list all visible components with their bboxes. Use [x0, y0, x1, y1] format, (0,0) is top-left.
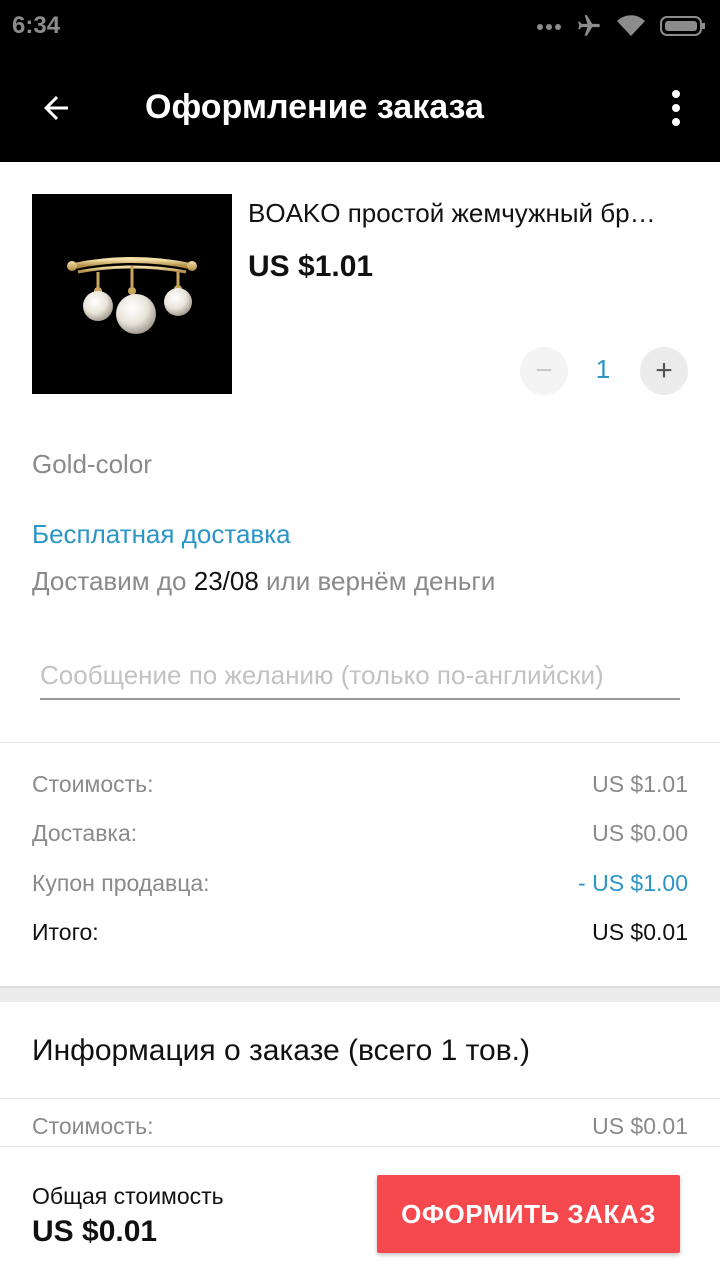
battery-icon: [660, 16, 705, 36]
total-label: Общая стоимость: [32, 1183, 224, 1209]
back-arrow-icon: [44, 96, 68, 120]
seller-message-input[interactable]: [40, 652, 680, 700]
shipping-method-link[interactable]: Бесплатная доставка: [32, 519, 291, 550]
more-options-button[interactable]: [658, 82, 694, 134]
summary-shipping-label: Доставка:: [32, 820, 138, 846]
summary-cost-label: Стоимость:: [32, 771, 154, 797]
quantity-increase-button[interactable]: +: [640, 347, 688, 395]
delivery-date: 23/08: [193, 566, 259, 596]
status-time: 6:34: [12, 12, 61, 39]
product-variant: Gold-color: [32, 449, 152, 479]
product-price: US $1.01: [248, 250, 374, 283]
order-info-cost-value: US $0.01: [592, 1113, 688, 1139]
order-info-cost-label: Стоимость:: [32, 1113, 154, 1139]
divider: [0, 1098, 720, 1099]
total-amount: US $0.01: [32, 1215, 158, 1248]
back-button[interactable]: [30, 82, 82, 134]
quantity-decrease-button[interactable]: −: [520, 347, 568, 395]
wifi-icon: [617, 15, 645, 37]
airplane-icon: [578, 15, 600, 36]
checkout-bar: Общая стоимость US $0.01 ОФОРМИТЬ ЗАКАЗ: [0, 1146, 720, 1280]
divider: [0, 742, 720, 743]
delivery-prefix: Доставим до: [32, 566, 194, 596]
order-info-title: Информация о заказе (всего 1 тов.): [32, 1034, 530, 1067]
status-icons: [536, 12, 706, 40]
summary-coupon-value[interactable]: - US $1.00: [578, 870, 688, 897]
product-image[interactable]: [32, 194, 232, 394]
more-vert-icon: [672, 90, 680, 98]
app-bar: Оформление заказа: [0, 52, 720, 162]
place-order-button[interactable]: ОФОРМИТЬ ЗАКАЗ: [377, 1175, 680, 1253]
section-separator: [0, 986, 720, 1002]
status-bar: 6:34: [0, 0, 720, 52]
summary-total-label: Итого:: [32, 919, 99, 945]
quantity-value: 1: [595, 354, 611, 384]
pearl-brooch-image: [67, 257, 197, 334]
page-title: Оформление заказа: [145, 88, 484, 126]
delivery-guarantee: Доставим до 23/08 или вернём деньги: [32, 566, 495, 597]
signal-dots-icon: [537, 24, 561, 30]
product-name[interactable]: BOAKO простой жемчужный бр…: [248, 198, 688, 229]
delivery-suffix: или вернём деньги: [258, 566, 496, 596]
summary-coupon-label: Купон продавца:: [32, 870, 210, 896]
summary-cost-value: US $1.01: [592, 771, 688, 797]
summary-shipping-value: US $0.00: [592, 820, 688, 846]
summary-total-value: US $0.01: [592, 919, 688, 945]
